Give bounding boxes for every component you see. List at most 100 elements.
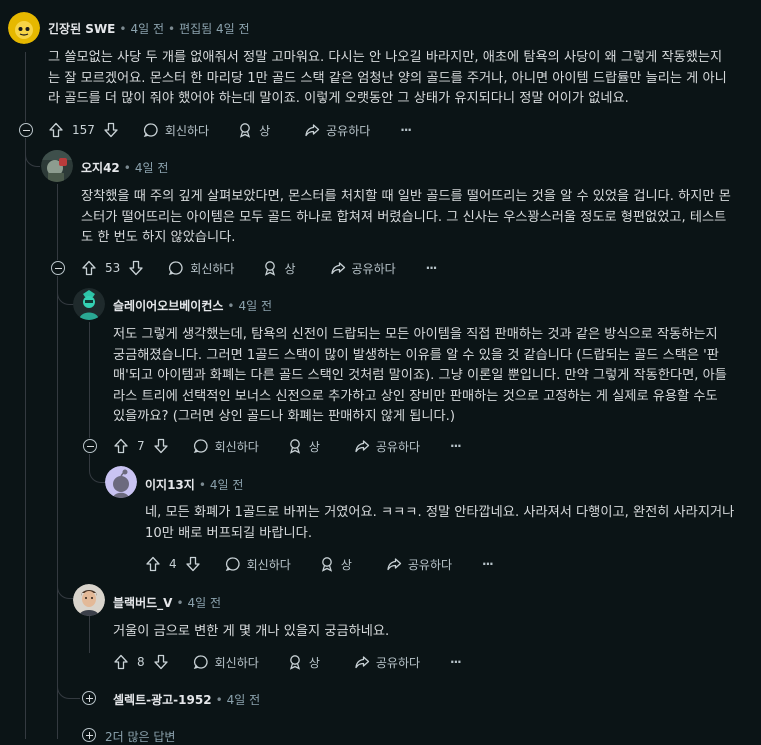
vote-count: 8: [137, 655, 145, 669]
collapse-button[interactable]: [83, 439, 97, 453]
separator-dot: •: [215, 692, 223, 707]
reply-button[interactable]: 회신하다: [143, 122, 209, 139]
author-name[interactable]: 이지13지: [145, 476, 195, 493]
upvote-icon[interactable]: [145, 556, 161, 572]
share-icon: [330, 260, 346, 276]
thread-elbow: [57, 276, 74, 305]
share-icon: [354, 654, 370, 670]
award-label: 상: [259, 123, 271, 138]
more-options-icon[interactable]: ···: [450, 655, 462, 669]
comment-meta: 블랙버드_V • 4일 전: [113, 594, 221, 611]
timestamp[interactable]: 4일 전: [130, 20, 164, 37]
comment-actions: 53 회신하다 상 공유하다 ···: [81, 258, 438, 278]
avatar[interactable]: [105, 466, 137, 498]
reply-label: 회신하다: [164, 123, 210, 138]
author-name[interactable]: 긴장된 SWE: [48, 20, 115, 37]
award-button[interactable]: 상: [319, 556, 352, 573]
upvote-icon[interactable]: [81, 260, 97, 276]
separator-dot: •: [123, 160, 131, 175]
reply-button[interactable]: 회신하다: [193, 438, 259, 455]
share-label: 공유하다: [326, 123, 371, 138]
reply-button[interactable]: 회신하다: [225, 556, 291, 573]
comment-meta: 긴장된 SWE • 4일 전 • 편집됨 4일 전: [48, 20, 250, 37]
vote-count: 4: [169, 557, 177, 571]
timestamp[interactable]: 4일 전: [135, 159, 169, 176]
collapse-button[interactable]: [51, 261, 65, 275]
timestamp[interactable]: 4일 전: [227, 691, 261, 708]
thread-line-l3: [89, 613, 90, 653]
comment-body: 장착했을 때 주의 깊게 살펴보았다면, 몬스터를 처치할 때 일반 골드를 떨…: [81, 189, 731, 246]
award-icon: [287, 438, 303, 454]
upvote-icon[interactable]: [113, 654, 129, 670]
edited-label: 편집됨 4일 전: [179, 22, 250, 36]
author-name[interactable]: 블랙버드_V: [113, 594, 172, 611]
thread-line-root: [25, 52, 26, 122]
more-options-icon[interactable]: ···: [482, 557, 494, 571]
timestamp[interactable]: 4일 전: [238, 297, 272, 314]
collapse-button[interactable]: [19, 123, 33, 137]
thread-elbow: [25, 138, 40, 167]
award-label: 상: [308, 655, 320, 670]
upvote-icon[interactable]: [113, 438, 129, 454]
reply-button[interactable]: 회신하다: [168, 260, 234, 277]
award-icon: [287, 654, 303, 670]
more-options-icon[interactable]: ···: [450, 439, 462, 453]
comment-body: 거울이 금으로 변한 게 몇 개나 있을지 궁금하네요.: [113, 624, 390, 639]
award-button[interactable]: 상: [287, 438, 320, 455]
downvote-icon[interactable]: [185, 556, 201, 572]
avatar[interactable]: [73, 288, 105, 320]
award-label: 상: [340, 557, 352, 572]
downvote-icon[interactable]: [128, 260, 144, 276]
separator-dot: •: [176, 595, 184, 610]
expand-button[interactable]: [82, 691, 96, 705]
more-replies-icon[interactable]: [82, 728, 96, 742]
award-button[interactable]: 상: [287, 654, 320, 671]
comment-icon: [225, 556, 241, 572]
more-options-icon[interactable]: ···: [426, 261, 438, 275]
thread-elbow: [57, 304, 74, 599]
comment-actions: 7 회신하다 상 공유하다 ···: [113, 436, 462, 456]
author-name[interactable]: 슬레이어오브베이컨스: [113, 297, 223, 314]
vote-count: 7: [137, 439, 145, 453]
comment-meta: 셀렉트-광고-1952 • 4일 전: [113, 691, 260, 708]
separator-dot: •: [227, 298, 235, 313]
comment-body: 네, 모든 화폐가 1골드로 바뀌는 거였어요. ㅋㅋㅋ. 정말 안타깝네요. …: [145, 505, 735, 541]
comment-icon: [193, 438, 209, 454]
more-options-icon[interactable]: ···: [400, 123, 412, 137]
downvote-icon[interactable]: [153, 438, 169, 454]
award-button[interactable]: 상: [237, 122, 270, 139]
award-icon: [319, 556, 335, 572]
avatar[interactable]: [73, 584, 105, 616]
vote-count: 157: [72, 123, 95, 137]
comment-actions: 157 회신하다 상 공유하다 ···: [48, 120, 412, 140]
comment-meta: 이지13지 • 4일 전: [145, 476, 243, 493]
share-label: 공유하다: [351, 261, 396, 276]
award-button[interactable]: 상: [262, 260, 296, 277]
comment-actions: 8 회신하다 상 공유하다 ···: [113, 652, 462, 672]
downvote-icon[interactable]: [153, 654, 169, 670]
downvote-icon[interactable]: [103, 122, 119, 138]
reply-label: 회신하다: [214, 655, 259, 670]
reply-label: 회신하다: [246, 557, 291, 572]
comment-body: 그 쓸모없는 사당 두 개를 없애줘서 정말 고마워요. 다시는 안 나오길 바…: [48, 50, 727, 107]
share-button[interactable]: 공유하다: [354, 654, 420, 671]
avatar[interactable]: [8, 12, 40, 44]
share-button[interactable]: 공유하다: [386, 556, 452, 573]
timestamp[interactable]: 4일 전: [188, 594, 222, 611]
comment-meta: 오지42 • 4일 전: [81, 159, 168, 176]
more-replies-link[interactable]: 2더 많은 답변: [105, 728, 175, 745]
award-label: 상: [308, 439, 320, 454]
vote-count: 53: [105, 261, 121, 275]
avatar[interactable]: [41, 150, 73, 182]
comment-actions: 4 회신하다 상 공유하다 ···: [145, 554, 494, 574]
share-label: 공유하다: [375, 655, 421, 670]
author-name[interactable]: 셀렉트-광고-1952: [113, 691, 212, 708]
share-button[interactable]: 공유하다: [304, 122, 370, 139]
upvote-icon[interactable]: [48, 122, 64, 138]
reply-button[interactable]: 회신하다: [193, 654, 259, 671]
timestamp[interactable]: 4일 전: [210, 476, 244, 493]
award-icon: [237, 122, 253, 138]
share-button[interactable]: 공유하다: [354, 438, 420, 455]
author-name[interactable]: 오지42: [81, 159, 120, 176]
share-button[interactable]: 공유하다: [330, 260, 396, 277]
